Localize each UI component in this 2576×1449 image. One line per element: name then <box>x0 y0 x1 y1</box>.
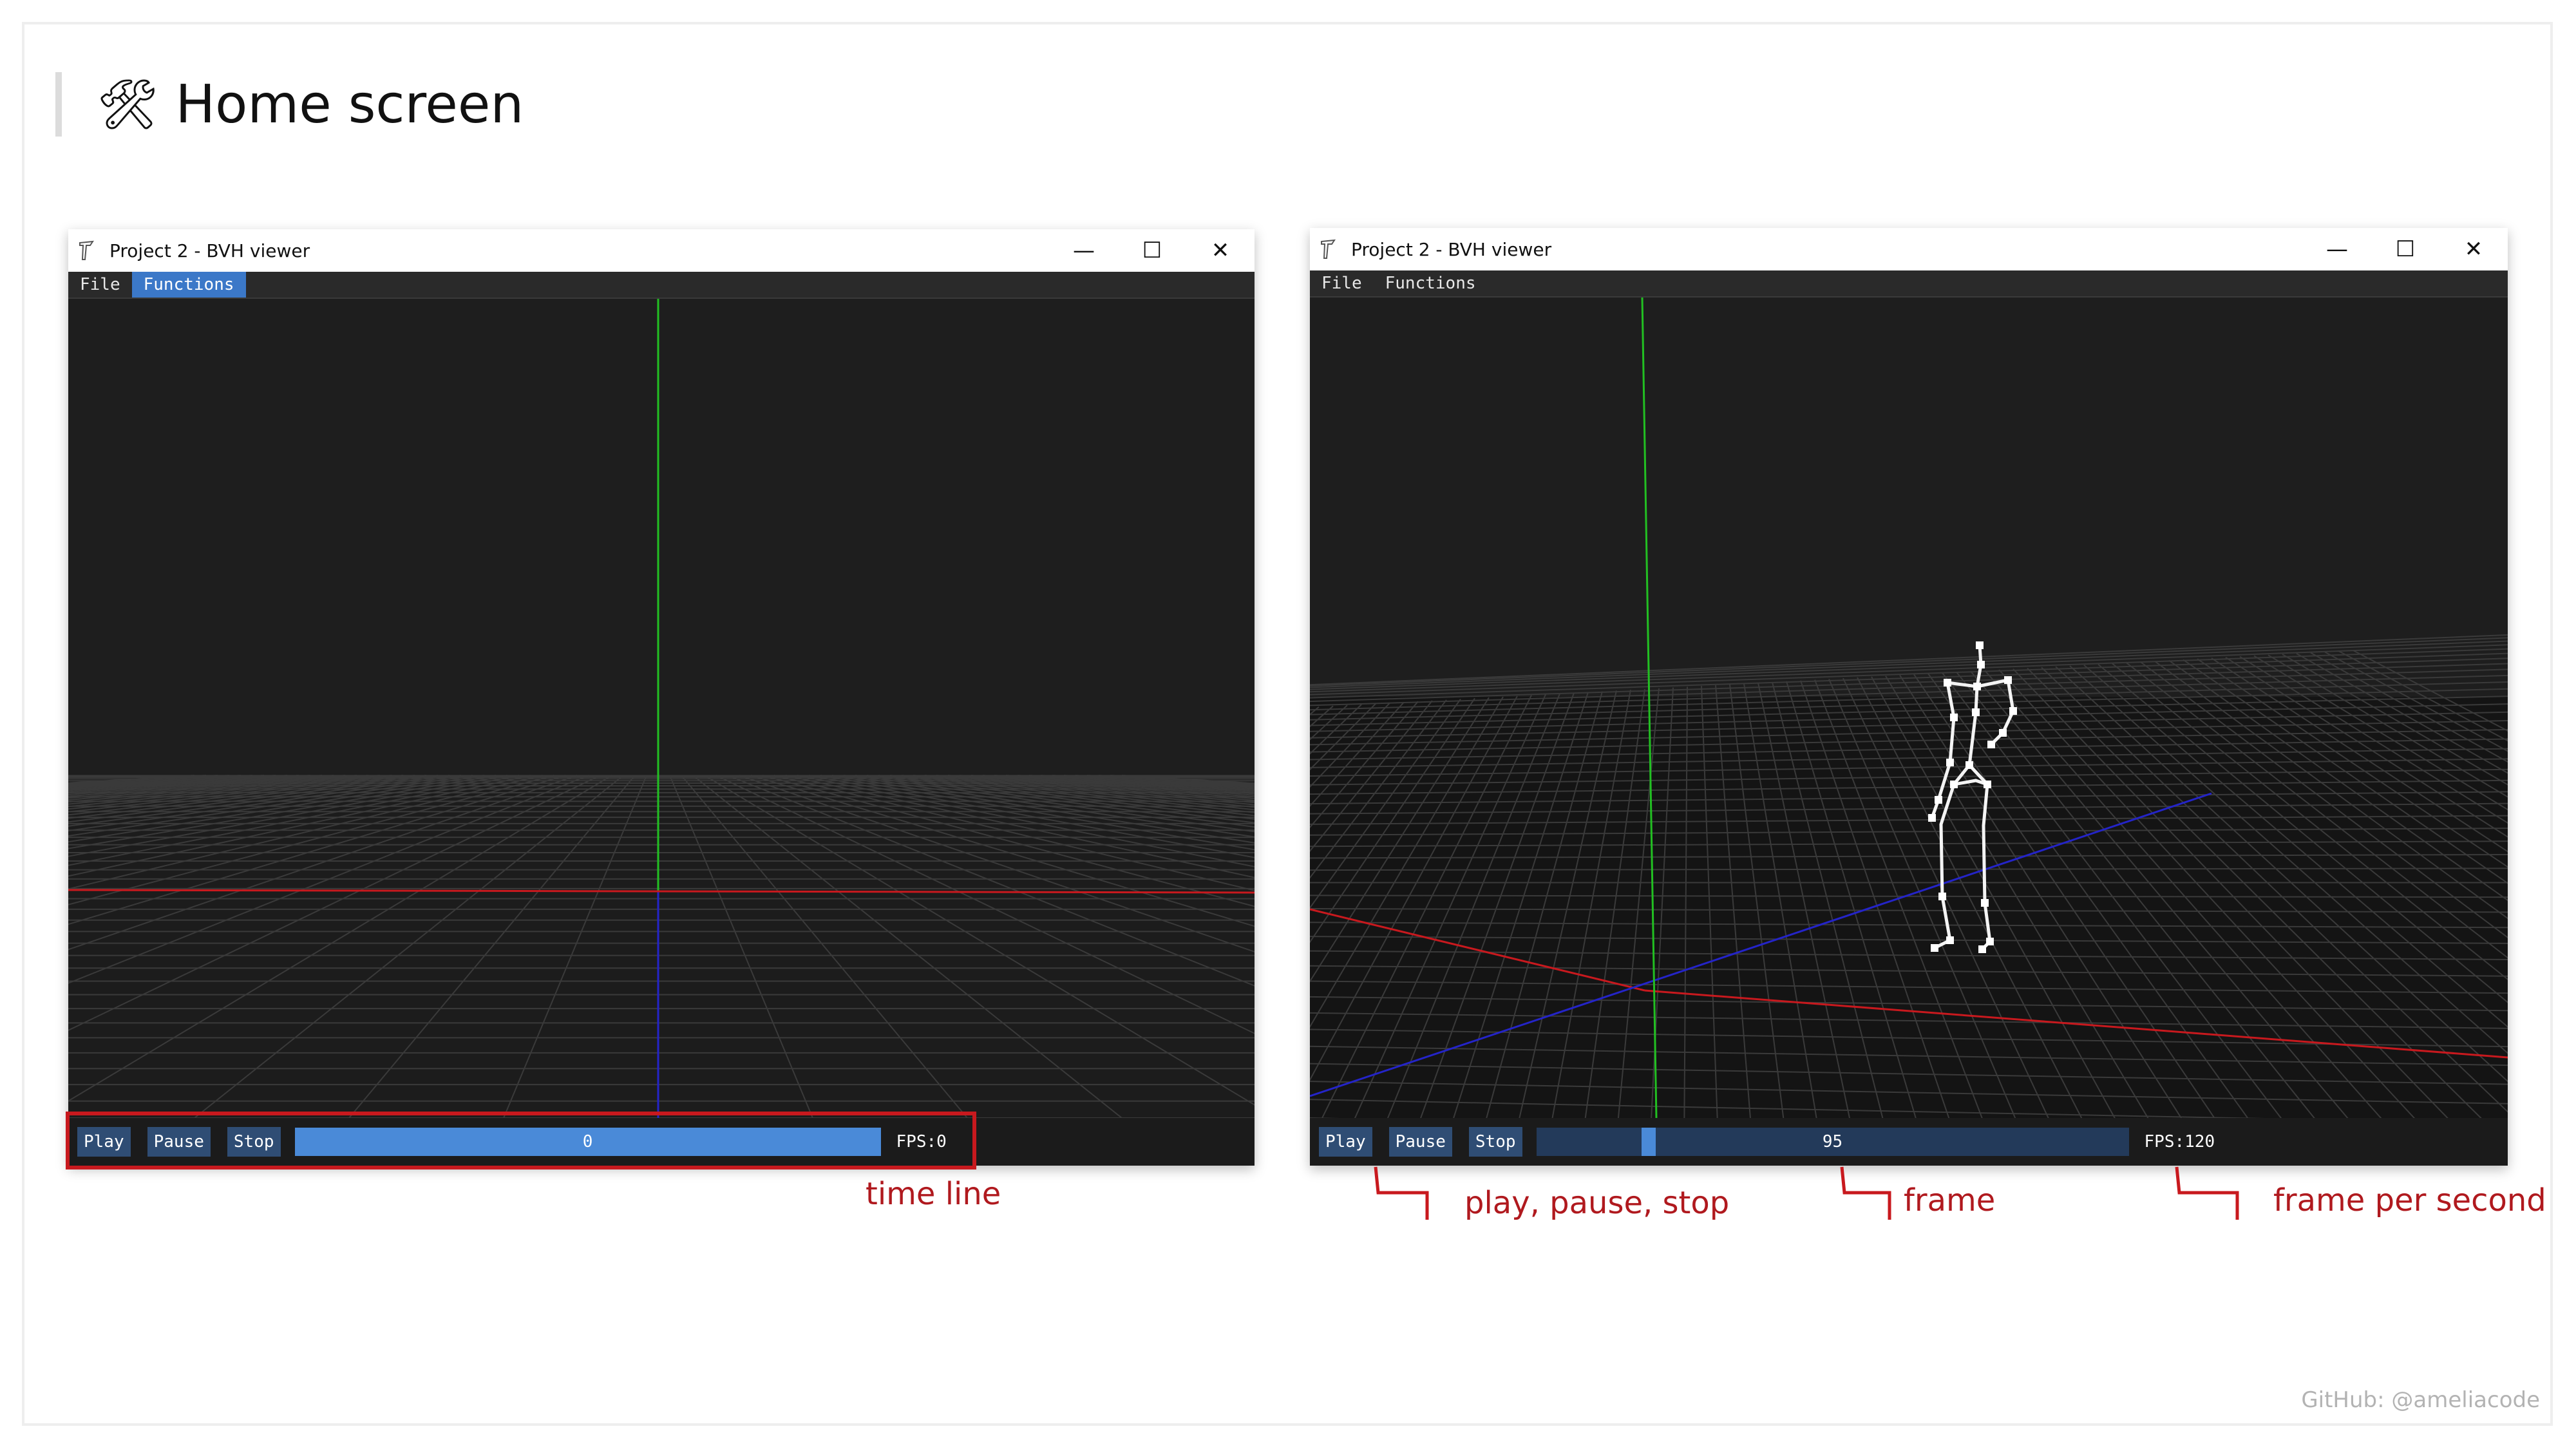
window-title: Project 2 - BVH viewer <box>109 240 310 261</box>
viewport-scene <box>1310 298 2508 1118</box>
maximize-icon: ☐ <box>1142 238 1162 263</box>
window-titlebar[interactable]: Project 2 - BVH viewer — ☐ ✕ <box>68 229 1255 272</box>
pause-button[interactable]: Pause <box>1388 1127 1452 1157</box>
annotation-time-line: time line <box>866 1176 1001 1212</box>
footer-credit: GitHub: @ameliacode <box>2301 1387 2540 1413</box>
menu-bar: File Functions <box>1310 270 2508 298</box>
bvh-viewer-window-empty: Project 2 - BVH viewer — ☐ ✕ File Functi… <box>68 229 1255 1166</box>
bracket-play-pause-stop <box>1374 1166 1429 1220</box>
app-icon <box>1319 238 1338 261</box>
play-button[interactable]: Play <box>1319 1127 1372 1157</box>
minimize-icon: — <box>1073 238 1095 263</box>
menu-bar: File Functions <box>68 272 1255 299</box>
bracket-frame <box>1840 1166 1891 1220</box>
viewport-scene <box>68 299 1255 1118</box>
minimize-button[interactable]: — <box>1050 229 1118 272</box>
annotation-frame: frame <box>1904 1182 1996 1218</box>
maximize-button[interactable]: ☐ <box>2371 228 2439 270</box>
timeline-highlight-box <box>66 1112 976 1170</box>
stop-button[interactable]: Stop <box>1468 1127 1522 1157</box>
app-icon <box>77 239 97 262</box>
menu-file[interactable]: File <box>1310 270 1374 296</box>
maximize-icon: ☐ <box>2395 236 2416 262</box>
close-icon: ✕ <box>1211 238 1230 263</box>
menu-functions[interactable]: Functions <box>1374 270 1488 296</box>
timeline-slider[interactable]: 95 <box>1536 1128 2129 1156</box>
annotation-fps: frame per second <box>2273 1182 2546 1218</box>
annotation-play-pause-stop: play, pause, stop <box>1464 1185 1730 1221</box>
page-title: 🛠 Home screen <box>97 72 524 137</box>
timeline-frame-value: 95 <box>1822 1132 1843 1151</box>
close-button[interactable]: ✕ <box>2439 228 2508 270</box>
window-titlebar[interactable]: Project 2 - BVH viewer — ☐ ✕ <box>1310 228 2508 270</box>
minimize-button[interactable]: — <box>2303 228 2371 270</box>
page-title-text: Home screen <box>175 73 524 135</box>
close-button[interactable]: ✕ <box>1186 229 1255 272</box>
hammer-and-wrench-icon: 🛠 <box>97 75 159 133</box>
bvh-viewer-window-playing: Project 2 - BVH viewer — ☐ ✕ File Functi… <box>1310 228 2508 1166</box>
maximize-button[interactable]: ☐ <box>1118 229 1186 272</box>
menu-file[interactable]: File <box>68 272 132 298</box>
3d-viewport[interactable] <box>1310 298 2508 1118</box>
title-accent-bar <box>55 72 62 137</box>
bracket-fps <box>2175 1166 2239 1220</box>
3d-viewport[interactable] <box>68 299 1255 1118</box>
playback-controls: Play Pause Stop 95 FPS:120 <box>1310 1118 2508 1166</box>
fps-readout: FPS:120 <box>2144 1132 2215 1151</box>
minimize-icon: — <box>2326 236 2348 262</box>
menu-functions[interactable]: Functions <box>131 272 246 298</box>
close-icon: ✕ <box>2464 236 2483 262</box>
window-title: Project 2 - BVH viewer <box>1351 238 1552 260</box>
